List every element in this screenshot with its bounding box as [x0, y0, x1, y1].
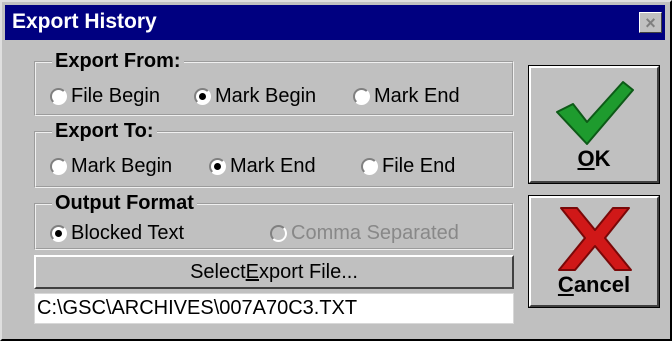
radio-comma-separated-label: Comma Separated — [291, 222, 459, 244]
ok-label-rest: K — [594, 146, 611, 171]
select-export-label-end: xport File... — [259, 260, 358, 283]
radio-from-file-begin[interactable]: File Begin — [50, 85, 160, 108]
ok-label: OK — [531, 146, 657, 172]
cancel-mnemonic: C — [557, 272, 574, 297]
radio-comma-separated-indicator — [270, 225, 287, 242]
radio-from-mark-end-indicator — [353, 88, 370, 105]
close-button[interactable]: × — [639, 12, 662, 33]
radio-from-mark-begin[interactable]: Mark Begin — [194, 85, 316, 108]
radio-to-file-end-label: File End — [382, 155, 456, 177]
ok-mnemonic: O — [577, 146, 595, 171]
export-to-group: Export To: Mark Begin Mark End File End — [34, 120, 514, 188]
radio-to-file-end-indicator — [361, 158, 378, 175]
radio-to-mark-begin-label: Mark Begin — [71, 155, 173, 177]
radio-to-mark-begin[interactable]: Mark Begin — [50, 155, 172, 178]
window-title: Export History — [12, 10, 157, 33]
radio-blocked-text-label: Blocked Text — [71, 222, 185, 244]
radio-from-mark-end-label: Mark End — [374, 85, 460, 107]
export-file-path-field[interactable]: C:\GSC\ARCHIVES\007A70C3.TXT — [34, 293, 514, 324]
radio-from-mark-begin-indicator — [194, 88, 211, 105]
select-export-mnemonic: E — [245, 260, 259, 283]
radio-comma-separated[interactable]: Comma Separated — [270, 222, 459, 245]
radio-to-file-end[interactable]: File End — [361, 155, 455, 178]
radio-to-mark-end-indicator — [209, 158, 226, 175]
cancel-label: Cancel — [531, 272, 657, 298]
export-from-legend: Export From: — [52, 50, 184, 73]
radio-to-mark-begin-indicator — [50, 158, 67, 175]
export-to-legend: Export To: — [52, 120, 157, 143]
radio-from-mark-end[interactable]: Mark End — [353, 85, 460, 108]
export-from-group: Export From: File Begin Mark Begin Mark … — [34, 50, 514, 116]
select-export-file-button[interactable]: Select Export File... — [34, 255, 514, 289]
output-format-legend: Output Format — [52, 192, 197, 215]
radio-from-file-begin-label: File Begin — [71, 85, 160, 107]
radio-from-mark-begin-label: Mark Begin — [215, 85, 317, 107]
radio-to-mark-end-label: Mark End — [230, 155, 316, 177]
radio-blocked-text-indicator — [50, 225, 67, 242]
red-x-icon — [558, 207, 632, 271]
close-icon: × — [645, 12, 656, 33]
output-format-group: Output Format Blocked Text Comma Separat… — [34, 192, 514, 250]
cancel-button[interactable]: Cancel — [528, 195, 660, 308]
radio-from-file-begin-indicator — [50, 88, 67, 105]
select-export-label-start: Select — [190, 260, 246, 283]
cancel-label-rest: ancel — [573, 272, 631, 297]
radio-blocked-text[interactable]: Blocked Text — [50, 222, 184, 245]
ok-button[interactable]: OK — [528, 65, 660, 184]
green-checkmark-icon — [556, 81, 634, 145]
title-bar[interactable]: Export History × — [5, 5, 665, 40]
export-history-dialog: Export History × Export From: File Begin… — [0, 0, 672, 341]
radio-to-mark-end[interactable]: Mark End — [209, 155, 316, 178]
